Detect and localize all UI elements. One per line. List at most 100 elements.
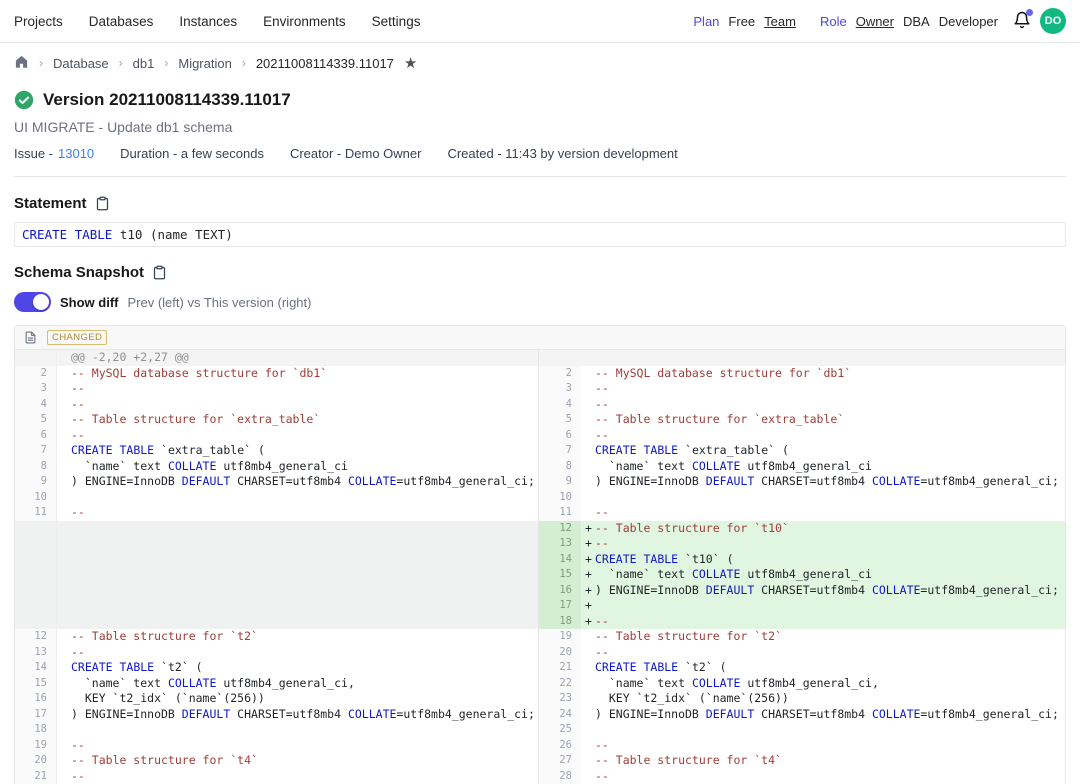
diff-line-number: 3 — [15, 381, 57, 397]
diff-code-line: -- — [57, 645, 538, 661]
chevron-right-icon: › — [39, 56, 43, 70]
diff-code-line: -- — [581, 769, 1065, 784]
diff-line-number: 20 — [538, 645, 581, 661]
diff-line-number — [15, 350, 57, 366]
avatar[interactable]: DO — [1040, 8, 1066, 34]
nav-left: Projects Databases Instances Environment… — [14, 14, 420, 29]
diff-row: 18+-- — [15, 614, 1065, 630]
diff-code-line: +) ENGINE=InnoDB DEFAULT CHARSET=utf8mb4… — [581, 583, 1065, 599]
diff-code-line: KEY `t2_idx` (`name`(256)) — [57, 691, 538, 707]
diff-code-line: +-- — [581, 614, 1065, 630]
diff-code-line: -- — [57, 397, 538, 413]
diff-row: 17+ — [15, 598, 1065, 614]
diff-code-line — [57, 567, 538, 583]
diff-line-number: 9 — [538, 474, 581, 490]
nav-item-databases[interactable]: Databases — [89, 14, 154, 29]
statement-code[interactable]: CREATE TABLE t10 (name TEXT) — [14, 222, 1066, 247]
role-owner-link[interactable]: Owner — [856, 14, 894, 29]
diff-row: 4--4-- — [15, 397, 1065, 413]
section-divider — [14, 176, 1066, 177]
plan-team-link[interactable]: Team — [764, 14, 796, 29]
nav-item-projects[interactable]: Projects — [14, 14, 63, 29]
breadcrumb-database[interactable]: Database — [53, 56, 109, 71]
diff-code-line — [581, 350, 1065, 366]
diff-code-line: ) ENGINE=InnoDB DEFAULT CHARSET=utf8mb4 … — [581, 707, 1065, 723]
diff-code-line — [581, 490, 1065, 506]
role-label: Role — [820, 14, 847, 29]
diff-line-number: 22 — [538, 676, 581, 692]
diff-line-number: 24 — [538, 707, 581, 723]
show-diff-toggle[interactable] — [14, 292, 51, 312]
nav-item-settings[interactable]: Settings — [372, 14, 421, 29]
diff-line-number: 5 — [538, 412, 581, 428]
diff-row: 14+CREATE TABLE `t10` ( — [15, 552, 1065, 568]
diff-code-line: + `name` text COLLATE utf8mb4_general_ci — [581, 567, 1065, 583]
notification-bell-icon[interactable] — [1013, 11, 1031, 32]
diff-code-line: -- — [581, 738, 1065, 754]
diff-line-number — [538, 350, 581, 366]
role-dev-link[interactable]: Developer — [939, 14, 998, 29]
diff-code-line: -- — [57, 505, 538, 521]
diff-line-number: 16 — [538, 583, 581, 599]
diff-code-line: ) ENGINE=InnoDB DEFAULT CHARSET=utf8mb4 … — [57, 707, 538, 723]
role-dba-link[interactable]: DBA — [903, 14, 930, 29]
diff-line-number: 17 — [538, 598, 581, 614]
diff-line-number: 6 — [15, 428, 57, 444]
diff-code-line: -- — [581, 397, 1065, 413]
diff-code-line: CREATE TABLE `extra_table` ( — [581, 443, 1065, 459]
diff-line-number — [15, 583, 57, 599]
schema-diff-card: CHANGED @@ -2,20 +2,27 @@2-- MySQL datab… — [14, 325, 1066, 784]
diff-line-number: 17 — [15, 707, 57, 723]
diff-line-number: 8 — [15, 459, 57, 475]
diff-code-line: -- Table structure for `t4` — [57, 753, 538, 769]
diff-code-line: `name` text COLLATE utf8mb4_general_ci, — [581, 676, 1065, 692]
diff-line-number — [15, 521, 57, 537]
diff-row: 6--6-- — [15, 428, 1065, 444]
copy-snapshot-icon[interactable] — [152, 265, 167, 280]
file-icon — [24, 331, 37, 344]
diff-line-number: 23 — [538, 691, 581, 707]
star-icon[interactable]: ★ — [404, 54, 417, 72]
diff-code-line: + — [581, 598, 1065, 614]
diff-code-line: CREATE TABLE `extra_table` ( — [57, 443, 538, 459]
diff-row: 13--20-- — [15, 645, 1065, 661]
nav-right: Plan Free Team Role Owner DBA Developer … — [693, 8, 1066, 34]
diff-row: 15+ `name` text COLLATE utf8mb4_general_… — [15, 567, 1065, 583]
chevron-right-icon: › — [242, 56, 246, 70]
diff-row: 8 `name` text COLLATE utf8mb4_general_ci… — [15, 459, 1065, 475]
diff-row: 14CREATE TABLE `t2` (21CREATE TABLE `t2`… — [15, 660, 1065, 676]
diff-file-header: CHANGED — [15, 326, 1065, 350]
nav-item-environments[interactable]: Environments — [263, 14, 346, 29]
diff-line-number: 4 — [15, 397, 57, 413]
issue-label: Issue - — [14, 146, 53, 161]
issue-link[interactable]: 13010 — [58, 146, 94, 161]
diff-code-line: -- — [57, 381, 538, 397]
diff-body[interactable]: @@ -2,20 +2,27 @@2-- MySQL database stru… — [15, 350, 1065, 784]
diff-row: 21--28-- — [15, 769, 1065, 784]
nav-item-instances[interactable]: Instances — [179, 14, 237, 29]
breadcrumb-migration[interactable]: Migration — [178, 56, 231, 71]
diff-row: 5-- Table structure for `extra_table`5--… — [15, 412, 1065, 428]
diff-row: 3--3-- — [15, 381, 1065, 397]
diff-code-line: KEY `t2_idx` (`name`(256)) — [581, 691, 1065, 707]
diff-line-number: 25 — [538, 722, 581, 738]
diff-line-number — [15, 614, 57, 630]
diff-code-line: `name` text COLLATE utf8mb4_general_ci — [581, 459, 1065, 475]
diff-code-line: -- Table structure for `t2` — [57, 629, 538, 645]
home-icon[interactable] — [14, 54, 29, 72]
diff-code-line: -- Table structure for `t4` — [581, 753, 1065, 769]
diff-code-line: CREATE TABLE `t2` ( — [581, 660, 1065, 676]
breadcrumb-db1[interactable]: db1 — [133, 56, 155, 71]
diff-row: 11--11-- — [15, 505, 1065, 521]
version-title-row: Version 20211008114339.11017 — [14, 90, 1066, 110]
diff-hunk-header: @@ -2,20 +2,27 @@ — [57, 350, 538, 366]
diff-line-number: 18 — [538, 614, 581, 630]
diff-row: 9) ENGINE=InnoDB DEFAULT CHARSET=utf8mb4… — [15, 474, 1065, 490]
show-diff-description: Prev (left) vs This version (right) — [128, 295, 312, 310]
diff-code-line: -- Table structure for `t2` — [581, 629, 1065, 645]
diff-code-line — [57, 722, 538, 738]
breadcrumb-version[interactable]: 20211008114339.11017 — [256, 56, 394, 71]
diff-line-number: 21 — [538, 660, 581, 676]
copy-statement-icon[interactable] — [95, 196, 110, 211]
diff-row: 7CREATE TABLE `extra_table` (7CREATE TAB… — [15, 443, 1065, 459]
